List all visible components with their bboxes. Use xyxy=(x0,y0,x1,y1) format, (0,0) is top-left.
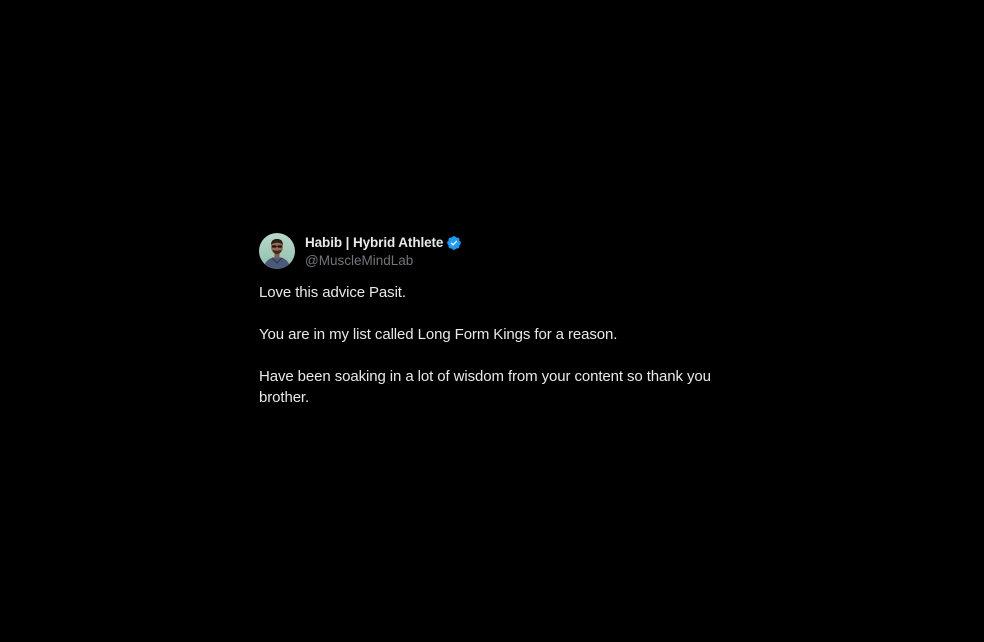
tweet-paragraph: Love this advice Pasit. xyxy=(259,284,406,301)
tweet-header: Habib | Hybrid Athlete @MuscleMindLab xyxy=(259,233,749,269)
tweet-text: Love this advice Pasit. You are in my li… xyxy=(259,282,749,408)
author-identity: Habib | Hybrid Athlete @MuscleMindLab xyxy=(305,234,462,269)
tweet-paragraph: Have been soaking in a lot of wisdom fro… xyxy=(259,368,711,406)
author-display-name[interactable]: Habib | Hybrid Athlete xyxy=(305,234,443,252)
screen: Habib | Hybrid Athlete @MuscleMindLab Lo… xyxy=(0,0,984,642)
verified-badge-icon xyxy=(446,235,462,251)
tweet-paragraph: You are in my list called Long Form King… xyxy=(259,326,618,343)
author-name-row: Habib | Hybrid Athlete xyxy=(305,234,462,252)
tweet-card[interactable]: Habib | Hybrid Athlete @MuscleMindLab Lo… xyxy=(259,233,749,408)
author-handle[interactable]: @MuscleMindLab xyxy=(305,252,462,269)
author-avatar[interactable] xyxy=(259,233,295,269)
avatar-photo-icon xyxy=(259,233,295,269)
